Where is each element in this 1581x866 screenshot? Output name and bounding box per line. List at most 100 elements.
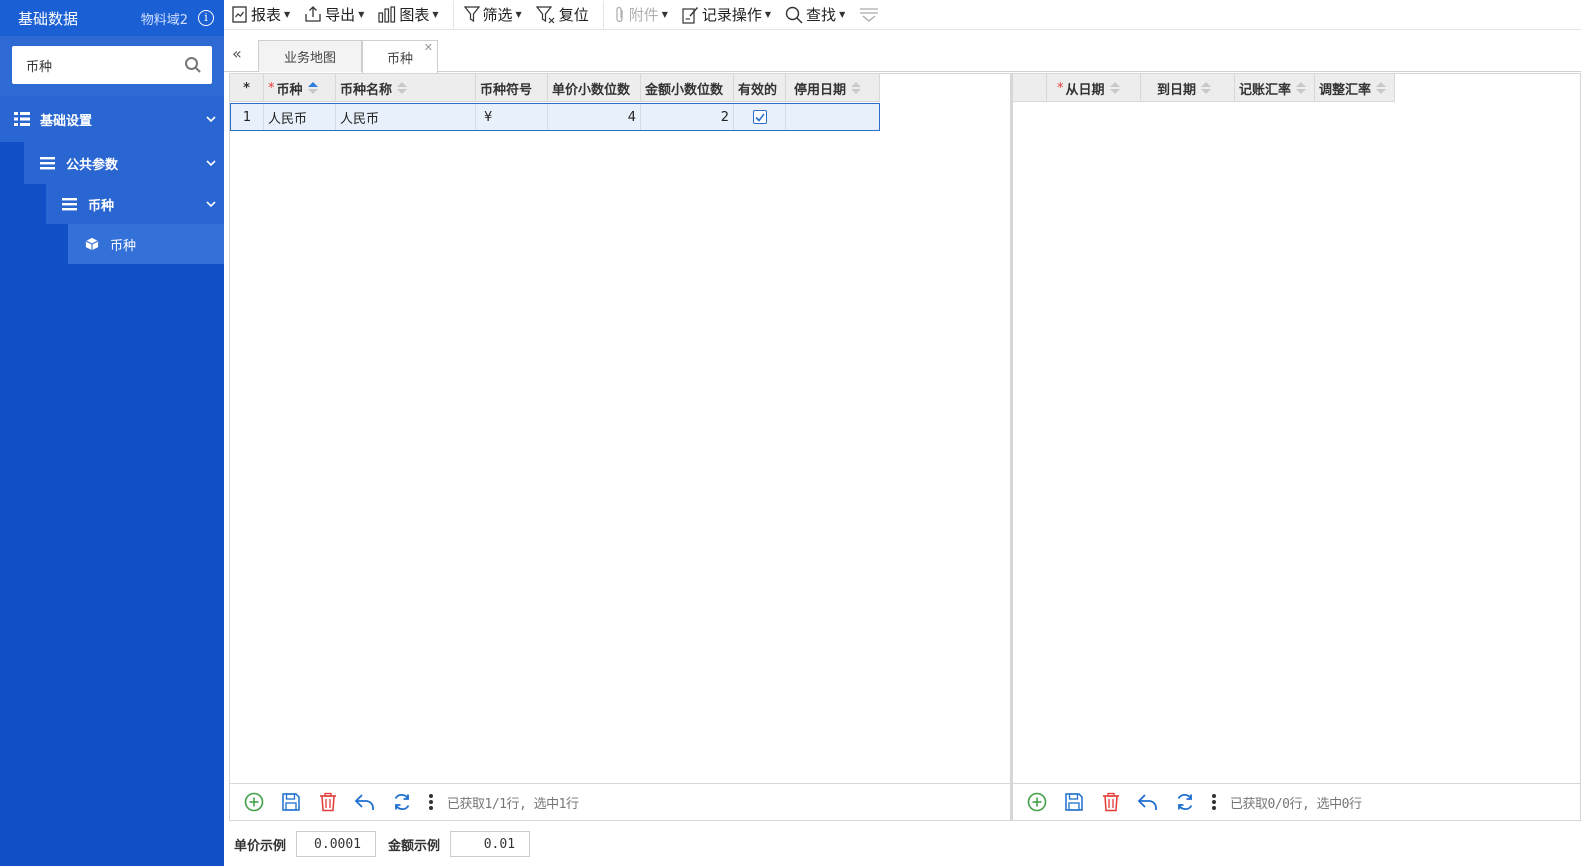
nav-item-label: 公共参数 bbox=[66, 157, 119, 173]
domain-selector[interactable]: 物料域2 bbox=[141, 9, 188, 28]
cell-disable-date[interactable] bbox=[786, 104, 879, 130]
nav-item-basic-settings[interactable]: 基础设置 bbox=[0, 96, 224, 142]
sort-icon[interactable] bbox=[307, 82, 318, 94]
column-header-index bbox=[1013, 74, 1047, 102]
nav-item-label: 币种 bbox=[88, 198, 115, 214]
undo-button[interactable] bbox=[353, 790, 377, 814]
column-header-label: 币种 bbox=[276, 82, 303, 98]
toolbar-divider bbox=[452, 0, 454, 29]
collapse-down-icon bbox=[860, 7, 879, 22]
more-vertical-icon bbox=[1212, 794, 1216, 810]
bar-chart-icon bbox=[378, 6, 396, 23]
tab-label: 币种 bbox=[386, 51, 413, 67]
collapse-sidebar-icon[interactable]: « bbox=[232, 44, 242, 63]
sidebar: 基础数据 物料域2 i 基础设置 公共参数 币种 bbox=[0, 0, 224, 866]
attachment-button[interactable]: 附件 ▼ bbox=[614, 1, 668, 29]
delete-button[interactable] bbox=[1099, 790, 1123, 814]
column-header-booking-rate[interactable]: 记账汇率 bbox=[1235, 74, 1315, 102]
delete-button[interactable] bbox=[316, 790, 340, 814]
column-header-currency-name[interactable]: 币种名称 bbox=[336, 74, 476, 102]
more-options-button[interactable] bbox=[427, 790, 435, 814]
tab-currency[interactable]: 币种 ✕ bbox=[362, 40, 438, 73]
column-header-amount-decimals[interactable]: 金额小数位数 bbox=[641, 74, 734, 102]
grid-footer: 已获取1/1行, 选中1行 bbox=[230, 783, 1010, 820]
tab-bar: « 业务地图 币种 ✕ bbox=[224, 38, 1581, 73]
save-button[interactable] bbox=[1062, 790, 1086, 814]
column-header-label: 记账汇率 bbox=[1239, 82, 1292, 98]
menu-icon bbox=[40, 157, 55, 170]
add-row-button[interactable] bbox=[242, 790, 266, 814]
nav-item-label: 币种 bbox=[110, 238, 137, 254]
record-ops-label: 记录操作 bbox=[701, 6, 762, 24]
column-header-label: 金额小数位数 bbox=[645, 82, 724, 98]
toolbar-more-button[interactable] bbox=[859, 1, 882, 29]
save-button[interactable] bbox=[279, 790, 303, 814]
save-icon bbox=[282, 793, 300, 811]
chevron-down-icon bbox=[206, 201, 216, 208]
find-button[interactable]: 查找 ▼ bbox=[785, 1, 845, 29]
amount-example-label: 金额示例 bbox=[388, 838, 441, 854]
sort-icon[interactable] bbox=[397, 82, 408, 94]
column-header-valid[interactable]: 有效的 bbox=[734, 74, 786, 102]
table-row[interactable]: 1 人民币 人民币 ¥ 4 2 bbox=[230, 103, 880, 131]
column-header-to-date[interactable]: 到日期 bbox=[1141, 74, 1235, 102]
reset-button[interactable]: 复位 bbox=[535, 1, 589, 29]
sort-icon[interactable] bbox=[851, 82, 862, 94]
edit-document-icon bbox=[682, 6, 698, 24]
column-header-price-decimals[interactable]: 单价小数位数 bbox=[548, 74, 641, 102]
tab-business-map[interactable]: 业务地图 bbox=[258, 40, 362, 72]
refresh-button[interactable] bbox=[1173, 790, 1197, 814]
refresh-button[interactable] bbox=[390, 790, 414, 814]
column-header-label: 调整汇率 bbox=[1319, 82, 1372, 98]
sidebar-search-area bbox=[0, 36, 224, 96]
column-header-disable-date[interactable]: 停用日期 bbox=[786, 74, 880, 102]
add-circle-icon bbox=[1027, 792, 1047, 812]
cell-price-decimals[interactable]: 4 bbox=[548, 104, 641, 130]
report-button[interactable]: 报表 ▼ bbox=[232, 1, 290, 29]
sort-icon[interactable] bbox=[1296, 82, 1307, 94]
column-header-currency[interactable]: * 币种 bbox=[264, 74, 336, 102]
price-example-field[interactable] bbox=[296, 831, 377, 857]
export-label: 导出 bbox=[325, 6, 356, 24]
chart-button[interactable]: 图表 ▼ bbox=[378, 1, 439, 29]
add-row-button[interactable] bbox=[1025, 790, 1049, 814]
sidebar-search-box bbox=[12, 46, 212, 84]
currency-grid: * * 币种 币种名称 币种符号 单价小数位数 金额小数位数 有效的 停用日期 1… bbox=[229, 73, 1011, 821]
sort-icon[interactable] bbox=[1109, 82, 1120, 94]
info-icon[interactable]: i bbox=[198, 10, 214, 26]
required-mark: * bbox=[1057, 80, 1064, 96]
more-options-button[interactable] bbox=[1210, 790, 1218, 814]
report-icon bbox=[232, 6, 247, 23]
search-icon[interactable] bbox=[184, 56, 202, 74]
export-button[interactable]: 导出 ▼ bbox=[304, 1, 364, 29]
valid-checkbox[interactable] bbox=[752, 110, 767, 124]
cell-amount-decimals[interactable]: 2 bbox=[641, 104, 734, 130]
grid-header: * 从日期 到日期 记账汇率 调整汇率 bbox=[1013, 74, 1395, 102]
column-header-adjust-rate[interactable]: 调整汇率 bbox=[1315, 74, 1395, 102]
record-ops-button[interactable]: 记录操作 ▼ bbox=[682, 1, 771, 29]
sidebar-search-input[interactable] bbox=[26, 57, 184, 73]
sidebar-title: 基础数据 bbox=[18, 9, 79, 28]
caret-down-icon: ▼ bbox=[432, 10, 439, 19]
nav-item-currency-group[interactable]: 币种 bbox=[46, 184, 224, 224]
sort-icon[interactable] bbox=[1376, 82, 1387, 94]
cell-currency-name[interactable]: 人民币 bbox=[336, 104, 476, 130]
column-header-currency-symbol[interactable]: 币种符号 bbox=[476, 74, 548, 102]
amount-example-field[interactable] bbox=[450, 831, 531, 857]
refresh-icon bbox=[1177, 793, 1193, 811]
close-icon[interactable]: ✕ bbox=[424, 41, 433, 54]
column-header-label: 币种名称 bbox=[340, 82, 393, 98]
more-vertical-icon bbox=[429, 794, 433, 810]
nav-item-currency[interactable]: 币种 bbox=[68, 224, 224, 264]
caret-down-icon: ▼ bbox=[661, 10, 668, 19]
reset-label: 复位 bbox=[558, 6, 589, 24]
cell-currency-symbol[interactable]: ¥ bbox=[476, 104, 548, 130]
caret-down-icon: ▼ bbox=[764, 10, 772, 19]
undo-icon bbox=[354, 794, 374, 810]
filter-button[interactable]: 筛选 ▼ bbox=[463, 1, 522, 29]
undo-button[interactable] bbox=[1136, 790, 1160, 814]
column-header-from-date[interactable]: * 从日期 bbox=[1047, 74, 1141, 102]
sort-icon[interactable] bbox=[1201, 82, 1212, 94]
nav-item-public-params[interactable]: 公共参数 bbox=[24, 142, 224, 184]
cell-currency[interactable]: 人民币 bbox=[264, 104, 336, 130]
